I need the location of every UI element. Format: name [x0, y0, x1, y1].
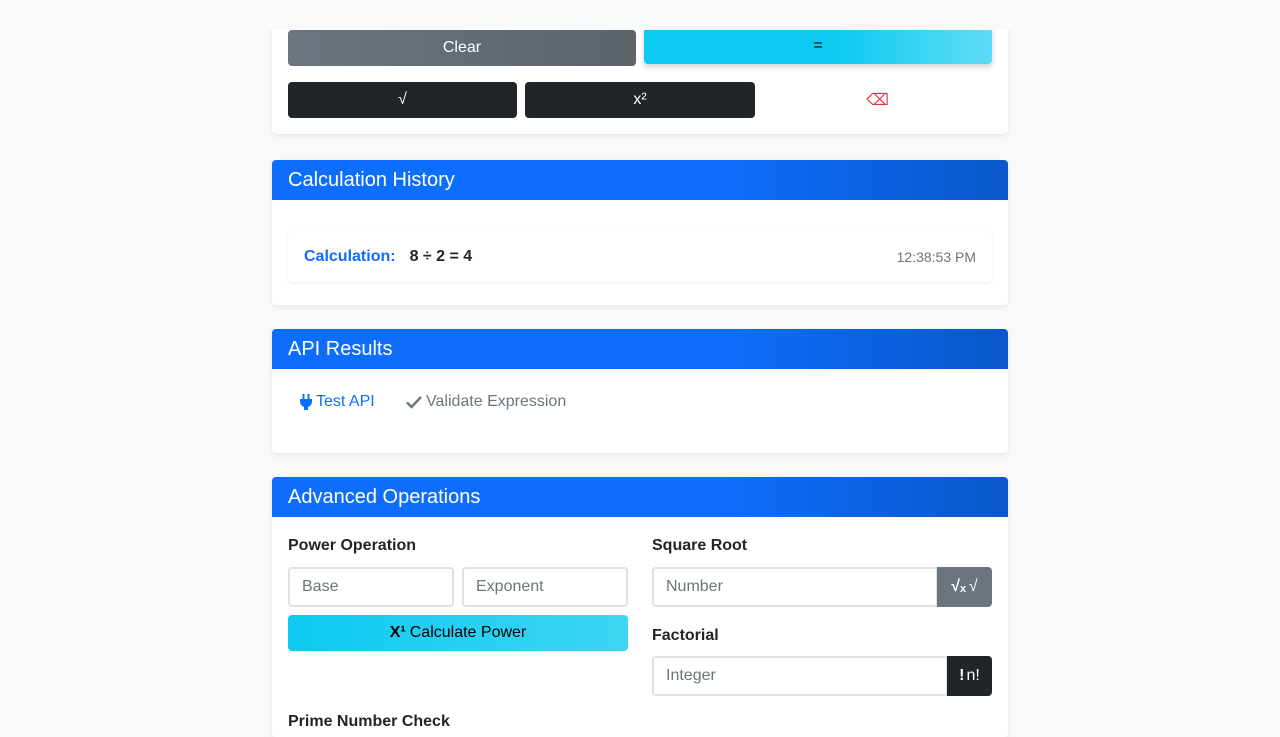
prime-check-label: Prime Number Check: [288, 713, 450, 730]
history-title: Calculation History: [272, 160, 1008, 200]
sqrt-button[interactable]: √: [288, 82, 517, 118]
validate-expression-link[interactable]: Validate Expression: [406, 393, 566, 411]
backspace-button[interactable]: ⌫: [763, 82, 992, 118]
power-operation-label: Power Operation: [288, 537, 417, 554]
exponent-input[interactable]: [462, 567, 628, 607]
base-input[interactable]: [288, 567, 454, 607]
validate-expression-label: Validate Expression: [426, 393, 567, 410]
history-item-label: Calculation:: [304, 248, 396, 265]
factorial-integer-input[interactable]: [652, 656, 948, 696]
equals-button[interactable]: =: [644, 28, 992, 64]
history-card: Calculation History Calculation: 8 ÷ 2 =…: [272, 160, 1008, 305]
test-api-label: Test API: [316, 393, 375, 410]
advanced-title: Advanced Operations: [272, 477, 1008, 517]
factorial-label: Factorial: [652, 627, 719, 644]
history-item-expression: 8 ÷ 2 = 4: [409, 248, 473, 265]
history-item[interactable]: Calculation: 8 ÷ 2 = 4 12:38:53 PM: [288, 232, 992, 282]
scroll-top-edge: [0, 0, 1280, 30]
square-root-label: Square Root: [652, 537, 748, 554]
square-button[interactable]: x²: [525, 82, 755, 118]
api-card: API Results Test API Validate Expression: [272, 329, 1008, 453]
sqrt-number-input[interactable]: [652, 567, 938, 607]
sqrt-calc-button[interactable]: √ₓ √: [937, 567, 992, 607]
history-item-time: 12:38:53 PM: [896, 249, 976, 265]
exclamation-icon: !: [959, 667, 965, 684]
check-icon: [406, 395, 422, 409]
sqrt-calc-label: √: [968, 578, 978, 595]
factorial-calc-label: n!: [966, 667, 980, 684]
square-root-icon: √ₓ: [951, 578, 966, 595]
clear-button[interactable]: Clear: [288, 30, 636, 66]
plug-icon: [300, 394, 312, 410]
test-api-link[interactable]: Test API: [300, 393, 375, 411]
advanced-card: Advanced Operations Power Operation X¹ C…: [272, 477, 1008, 737]
calculate-power-button[interactable]: X¹ Calculate Power: [288, 615, 628, 651]
calculate-power-label: Calculate Power: [409, 624, 527, 641]
api-title: API Results: [272, 329, 1008, 369]
superscript-icon: X¹: [389, 624, 406, 641]
factorial-calc-button[interactable]: ! n!: [947, 656, 992, 696]
